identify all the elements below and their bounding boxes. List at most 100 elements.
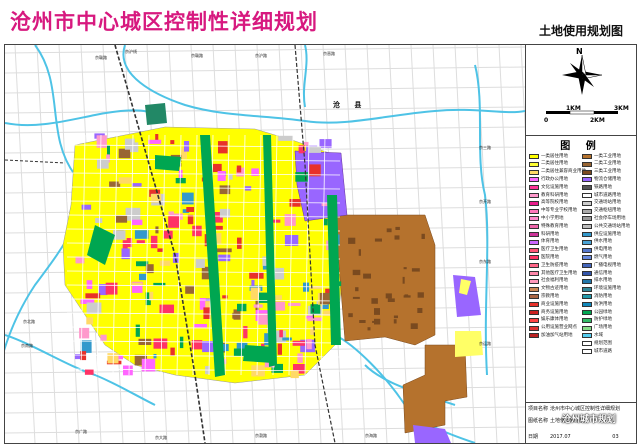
land-parcel <box>421 233 425 239</box>
legend-item: 商业设施用地 <box>529 301 568 308</box>
legend-item: 娱乐康体用地 <box>529 317 568 324</box>
land-use-map[interactable]: 京沪线 京赣路 京赣路 京沪路 京晋路 京三路 京开路 京东路 京北路 京南路 京广路 京大路 京渤路 京… <box>5 45 526 443</box>
land-parcel <box>213 163 222 172</box>
legend-swatch <box>582 232 592 237</box>
land-parcel <box>371 298 378 304</box>
legend-swatch <box>529 286 539 292</box>
legend-item: 防洪用地 <box>582 301 612 308</box>
land-parcel <box>277 343 282 355</box>
road-label: 京沪路 <box>255 52 267 58</box>
side-panel: N 0 1KM 2KM 3KM 图 例 一类居住用地 二类居住用地 二类居住兼容商业 <box>526 45 636 443</box>
land-parcel <box>139 273 147 281</box>
legend-label: 供应设施用地 <box>594 231 621 237</box>
land-parcel <box>232 312 237 319</box>
legend-label: 商业设施用地 <box>541 301 568 307</box>
land-parcel <box>109 181 121 187</box>
road-label: 京赣路 <box>95 54 107 60</box>
legend-swatch <box>582 302 592 308</box>
legend-swatch <box>582 161 592 167</box>
land-parcel <box>251 365 265 377</box>
land-parcel <box>367 327 371 331</box>
river-label: 沧 县 <box>333 100 367 109</box>
legend-item: 规划范围 <box>582 340 612 347</box>
land-parcel <box>182 192 194 205</box>
land-parcel <box>278 135 294 141</box>
legend-item: 社会停车场用地 <box>582 215 626 222</box>
road-label: 京广路 <box>75 428 87 434</box>
legend-item: 高等院校用地 <box>529 200 568 207</box>
legend-item: 加油加气站用地 <box>529 332 573 339</box>
legend-swatch <box>582 325 592 331</box>
land-parcel <box>282 337 292 341</box>
legend-label: 公共交通场站用地 <box>594 223 630 229</box>
legend-item: 文化设施用地 <box>529 184 568 191</box>
land-parcel <box>168 211 174 215</box>
land-parcel <box>100 334 107 341</box>
legend-label: 加油加气站用地 <box>541 332 573 338</box>
land-parcel <box>352 296 360 299</box>
land-parcel <box>185 285 195 294</box>
road-label: 京赣路 <box>191 52 203 58</box>
legend-label: 交通场站用地 <box>594 200 621 206</box>
road-label: 京大路 <box>155 434 167 440</box>
legend-swatch <box>529 271 539 276</box>
scale-label-2: 2KM <box>590 117 605 124</box>
land-parcel <box>394 235 400 240</box>
legend-swatch <box>582 341 592 347</box>
legend-label: 行政办公用地 <box>541 176 568 182</box>
land-parcel <box>168 215 180 228</box>
legend-swatch <box>529 154 539 159</box>
legend-item: 供应设施用地 <box>582 231 621 238</box>
road-label: 京海路 <box>365 432 377 438</box>
land-parcel <box>306 339 312 350</box>
legend-swatch <box>582 263 592 269</box>
legend-item: 其他医疗卫生用地 <box>529 270 577 277</box>
legend-swatch <box>529 333 539 339</box>
legend-label: 医院用地 <box>541 254 559 260</box>
land-parcel <box>81 204 92 210</box>
land-parcel <box>410 323 418 329</box>
legend-swatch <box>529 302 539 308</box>
legend-item: 物流仓储用地 <box>582 176 621 183</box>
legend-item: 医院用地 <box>529 254 559 261</box>
legend-item: 医疗卫生用地 <box>529 247 568 254</box>
legend-item: 宗教用地 <box>529 293 559 300</box>
legend-swatch <box>582 278 592 284</box>
legend-swatch <box>582 294 592 300</box>
land-parcel <box>186 207 194 212</box>
legend-title: 图 例 <box>560 141 602 152</box>
scale-label-3: 3KM <box>614 105 629 112</box>
legend-label: 教育科研用地 <box>541 192 568 198</box>
land-parcel <box>184 141 190 152</box>
scale-bar <box>546 110 618 115</box>
legend-label: 供电用地 <box>594 247 612 253</box>
legend-label: 高等院校用地 <box>541 200 568 206</box>
legend-item: 体育用地 <box>529 239 559 246</box>
land-parcel <box>194 324 207 328</box>
legend-label: 中等专业学校用地 <box>541 208 577 214</box>
land-parcel <box>86 280 93 289</box>
legend-label: 娱乐康体用地 <box>541 317 568 323</box>
land-parcel <box>123 365 133 376</box>
legend-label: 规划范围 <box>594 340 612 346</box>
legend-swatch <box>582 310 592 315</box>
land-parcel <box>153 338 168 349</box>
legend-label: 广播电视用地 <box>594 262 621 268</box>
legend-label: 卫生防疫用地 <box>541 262 568 268</box>
land-parcel <box>118 148 131 159</box>
land-parcel <box>251 279 255 286</box>
land-parcel <box>323 218 328 226</box>
scale-label-1: 1KM <box>566 105 581 112</box>
legend-label: 二类居住兼容商业用地 <box>541 169 586 175</box>
legend-label: 体育用地 <box>541 239 559 245</box>
land-parcel <box>358 249 361 256</box>
legend-swatch <box>582 185 592 191</box>
titleblock-row-project: 项目名称 沧州市中心城区控制性详细规划 <box>528 405 620 412</box>
land-parcel <box>157 248 164 252</box>
road-label: 京沪线 <box>125 48 137 54</box>
land-parcel <box>403 267 407 270</box>
north-arrow-icon <box>546 54 618 115</box>
legend-label: 城市道路 <box>594 348 612 354</box>
land-parcel <box>149 291 154 301</box>
legend-label: 一类工业用地 <box>594 153 621 159</box>
